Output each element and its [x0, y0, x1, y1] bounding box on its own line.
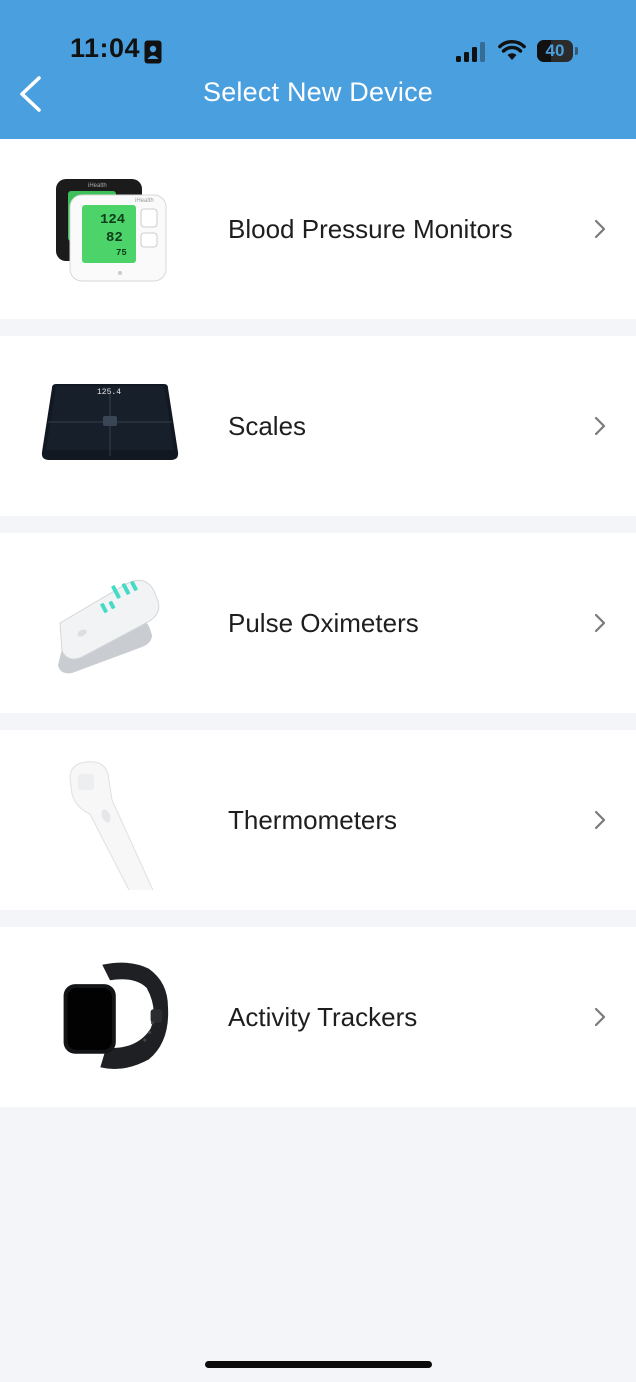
- cellular-signal-icon: [456, 42, 485, 62]
- id-card-icon: [144, 40, 162, 64]
- bp-reading-dia: 82: [106, 230, 123, 246]
- device-label: Thermometers: [228, 805, 398, 835]
- app-screen: 11:04 40 Select New Device iHealth iHeal…: [0, 0, 636, 1382]
- chevron-right-icon: [594, 810, 606, 830]
- scale-reading: 125.4: [97, 388, 121, 397]
- activity-tracker-image: [63, 962, 169, 1070]
- navigation-header: 11:04 40 Select New Device: [0, 0, 636, 139]
- device-row-scales[interactable]: 125.4 Scales: [0, 336, 636, 516]
- page-title: Select New Device: [203, 77, 433, 107]
- battery-icon: 40: [537, 40, 578, 62]
- bp-brand-back: iHealth: [88, 183, 107, 189]
- blood-pressure-monitor-image: iHealth iHealth 124 82 75: [56, 179, 167, 282]
- device-label: Blood Pressure Monitors: [228, 214, 513, 244]
- chevron-right-icon: [594, 416, 606, 436]
- thermometer-image: [69, 761, 154, 890]
- scale-image: 125.4: [41, 384, 179, 460]
- device-row-thermometers[interactable]: Thermometers: [0, 730, 636, 910]
- bp-reading-pulse: 75: [116, 248, 127, 258]
- chevron-right-icon: [594, 1007, 606, 1027]
- status-time: 11:04: [70, 33, 141, 63]
- pulse-oximeter-image: [58, 579, 160, 674]
- home-indicator[interactable]: [205, 1361, 432, 1368]
- device-label: Activity Trackers: [228, 1002, 418, 1032]
- device-label: Scales: [228, 411, 307, 441]
- bp-reading-sys: 124: [100, 212, 125, 228]
- wifi-icon: [498, 39, 526, 60]
- battery-body: 40: [537, 40, 573, 62]
- battery-nub: [575, 47, 578, 55]
- device-label: Pulse Oximeters: [228, 608, 419, 638]
- chevron-right-icon: [594, 613, 606, 633]
- device-row-activity-trackers[interactable]: Activity Trackers: [0, 927, 636, 1107]
- device-row-pulse-oximeters[interactable]: Pulse Oximeters: [0, 533, 636, 713]
- chevron-right-icon: [594, 219, 606, 239]
- battery-level: 40: [545, 41, 565, 60]
- bp-brand-front: iHealth: [135, 198, 154, 204]
- device-row-blood-pressure-monitors[interactable]: iHealth iHealth 124 82 75 Blood Pressure…: [0, 139, 636, 319]
